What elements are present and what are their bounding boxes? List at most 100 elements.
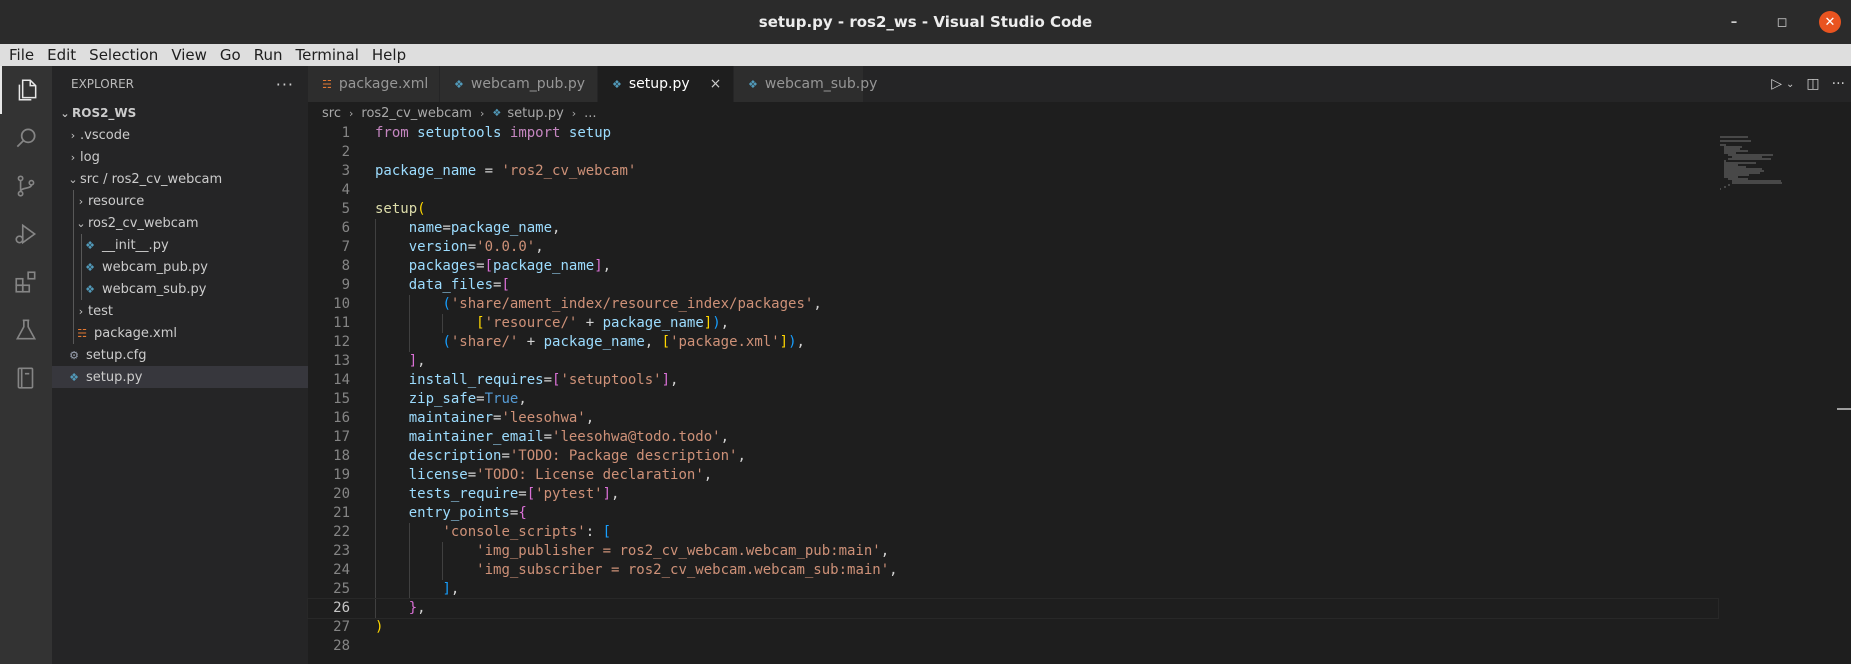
extensions-icon[interactable]	[0, 258, 52, 306]
indent-guide	[375, 295, 376, 314]
python-file-icon: ❖	[748, 77, 758, 91]
menu-file[interactable]: File	[3, 44, 41, 66]
tab-package-xml[interactable]: ☵ package.xml	[308, 66, 440, 102]
minimize-icon[interactable]: –	[1723, 11, 1745, 33]
tab-webcam-sub-py[interactable]: ❖ webcam_sub.py	[734, 66, 877, 102]
line-content: version='0.0.0',	[350, 238, 544, 257]
chevron-right-icon[interactable]: ›	[74, 195, 88, 208]
tree-item[interactable]: › .vscode	[52, 124, 308, 146]
indent-guide	[408, 523, 410, 542]
run-debug-icon[interactable]	[0, 210, 52, 258]
indent-guide	[73, 322, 74, 344]
line-number: 19	[333, 467, 350, 483]
menu-bar: File Edit Selection View Go Run Terminal…	[0, 44, 1851, 66]
line-content: 'img_subscriber = ros2_cv_webcam.webcam_…	[350, 561, 898, 580]
minimap-line	[1732, 182, 1782, 184]
code-line: 5 setup(	[308, 200, 1718, 219]
chevron-down-icon[interactable]: ⌄	[1786, 79, 1794, 90]
source-control-icon[interactable]	[0, 162, 52, 210]
indent-guide	[408, 295, 410, 314]
menu-selection[interactable]: Selection	[83, 44, 165, 66]
breadcrumb-folder[interactable]: ros2_cv_webcam	[361, 106, 472, 121]
chevron-right-icon[interactable]: ›	[66, 129, 80, 142]
menu-go[interactable]: Go	[214, 44, 248, 66]
chevron-right-icon[interactable]: ›	[66, 151, 80, 164]
menu-view[interactable]: View	[165, 44, 214, 66]
tree-item[interactable]: › log	[52, 146, 308, 168]
remote-explorer-icon[interactable]	[0, 354, 52, 402]
tree-item[interactable]: ❖ setup.py	[52, 366, 308, 388]
explorer-icon[interactable]	[0, 66, 52, 114]
close-icon[interactable]: ×	[710, 76, 722, 92]
tree-item-label: __init__.py	[102, 237, 169, 253]
line-content: from setuptools import setup	[375, 125, 612, 141]
tab-setup-py[interactable]: ❖ setup.py ×	[598, 66, 734, 102]
tree-item[interactable]: ❖ __init__.py	[52, 234, 308, 256]
chevron-right-icon[interactable]: ›	[74, 305, 88, 318]
testing-icon[interactable]	[0, 306, 52, 354]
indent-guide	[408, 333, 410, 352]
menu-edit[interactable]: Edit	[41, 44, 83, 66]
code-line: 24 'img_subscriber = ros2_cv_webcam.webc…	[308, 561, 1718, 580]
indent-guide	[73, 190, 74, 212]
code-line: 19 license='TODO: License declaration',	[308, 466, 1718, 485]
tree-item-label: ROS2_WS	[72, 106, 137, 120]
window-title: setup.py - ros2_ws - Visual Studio Code	[758, 13, 1093, 31]
line-content: maintainer_email='leesohwa@todo.todo',	[350, 428, 729, 447]
tree-item[interactable]: ❖ webcam_pub.py	[52, 256, 308, 278]
indent-guide	[375, 599, 376, 618]
indent-guide	[375, 542, 376, 561]
run-file-icon[interactable]: ▷	[1771, 76, 1782, 92]
menu-terminal[interactable]: Terminal	[290, 44, 366, 66]
tree-item[interactable]: › resource	[52, 190, 308, 212]
tree-item-label: webcam_pub.py	[102, 259, 208, 275]
chevron-down-icon[interactable]: ⌄	[58, 107, 72, 120]
code-line: 11 ['resource/' + package_name]),	[308, 314, 1718, 333]
tree-item[interactable]: ⌄ ros2_cv_webcam	[52, 212, 308, 234]
indent-guide	[73, 278, 74, 300]
code-line: 23 'img_publisher = ros2_cv_webcam.webca…	[308, 542, 1718, 561]
code-line: 10 ('share/ament_index/resource_index/pa…	[308, 295, 1718, 314]
tree-item[interactable]: ⌄ src / ros2_cv_webcam	[52, 168, 308, 190]
chevron-down-icon[interactable]: ⌄	[66, 173, 80, 186]
breadcrumb-file[interactable]: setup.py	[507, 106, 563, 121]
breadcrumb: src › ros2_cv_webcam › ❖ setup.py › ...	[308, 102, 1851, 124]
menu-help[interactable]: Help	[366, 44, 413, 66]
tree-item[interactable]: ⌄ ROS2_WS	[52, 102, 308, 124]
line-content: install_requires=['setuptools'],	[350, 371, 678, 390]
line-content: 'console_scripts': [	[350, 523, 611, 542]
indent-guide	[375, 371, 376, 390]
chevron-down-icon[interactable]: ⌄	[74, 217, 88, 230]
tree-item[interactable]: › test	[52, 300, 308, 322]
code-editor[interactable]: 1 from setuptools import setup 2 3 package_n…	[307, 124, 1719, 664]
tree-item[interactable]: ☵ package.xml	[52, 322, 308, 344]
tree-item-label: ros2_cv_webcam	[88, 215, 199, 231]
line-number: 3	[341, 163, 350, 179]
more-actions-icon[interactable]: ···	[1832, 76, 1845, 92]
indent-guide	[408, 561, 410, 580]
close-icon[interactable]: ✕	[1819, 11, 1841, 33]
line-number: 8	[341, 258, 350, 274]
tree-item[interactable]: ⚙ setup.cfg	[52, 344, 308, 366]
tree-item[interactable]: ❖ webcam_sub.py	[52, 278, 308, 300]
more-actions-icon[interactable]: ···	[276, 75, 294, 94]
tab-webcam-pub-py[interactable]: ❖ webcam_pub.py	[440, 66, 598, 102]
indent-guide	[375, 276, 376, 295]
code-line: 12 ('share/' + package_name, ['package.x…	[308, 333, 1718, 352]
line-number: 26	[333, 600, 350, 616]
python-file-icon: ❖	[85, 282, 95, 296]
split-editor-icon[interactable]: ◫	[1806, 76, 1819, 92]
minimap[interactable]	[1718, 124, 1851, 664]
indent-guide	[442, 561, 444, 580]
breadcrumb-symbol[interactable]: ...	[584, 106, 596, 121]
menu-run[interactable]: Run	[248, 44, 290, 66]
breadcrumb-src[interactable]: src	[322, 106, 341, 121]
indent-guide	[375, 219, 376, 238]
indent-guide	[375, 352, 376, 371]
indent-guide	[81, 234, 82, 256]
python-file-icon: ❖	[69, 370, 79, 384]
maximize-icon[interactable]: ◻	[1771, 11, 1793, 33]
tab-label: webcam_sub.py	[764, 76, 878, 92]
search-icon[interactable]	[0, 114, 52, 162]
indent-guide	[408, 580, 410, 599]
